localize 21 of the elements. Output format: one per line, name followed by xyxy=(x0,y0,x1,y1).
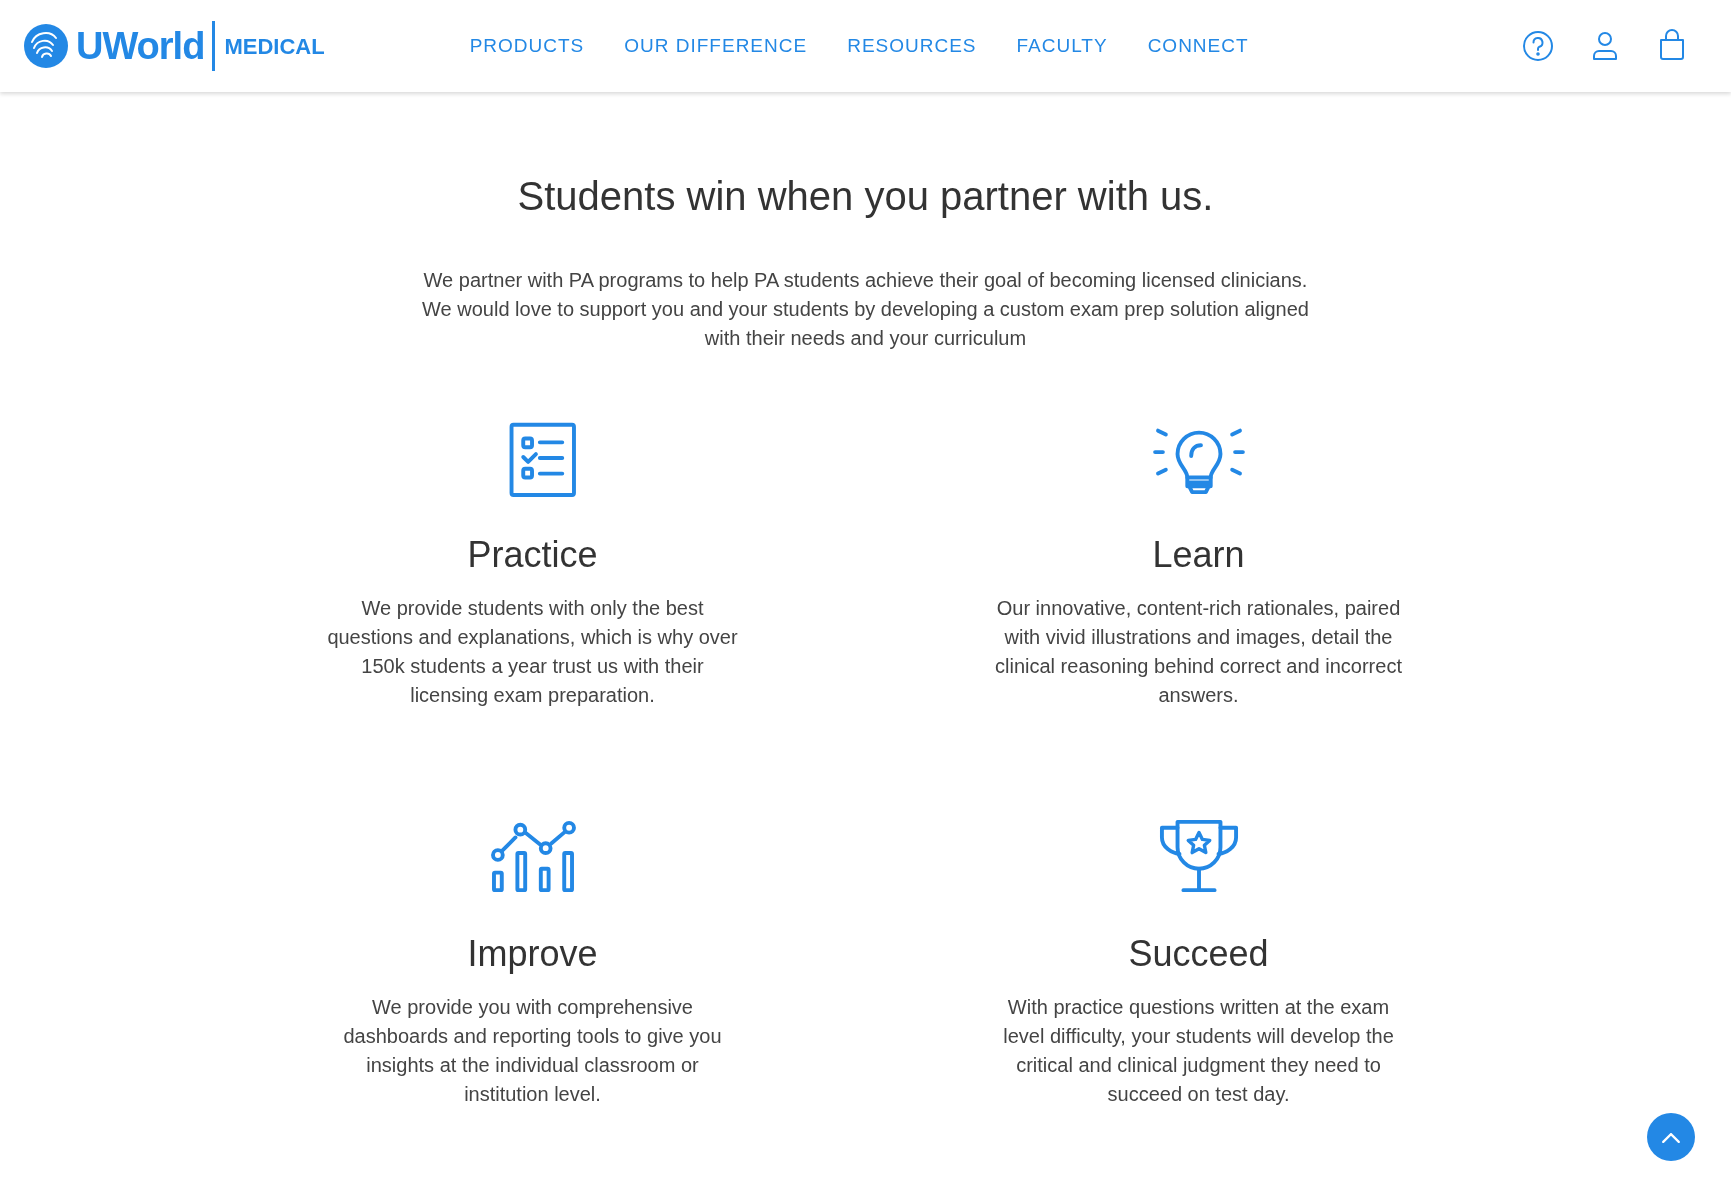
feature-description: We provide students with only the best questions and explanations, which is why over 150k students a year trust us with their licensing exam preparation. xyxy=(326,596,739,709)
feature-title: Improve xyxy=(467,932,598,976)
feature-description: We provide you with comprehensive dashboards and reporting tools to give you insights at the individual classroom or institution level. xyxy=(342,995,723,1108)
nav-link[interactable]: CONNECT xyxy=(1147,31,1249,61)
feature-description: Our innovative, content-rich rationales, paired with vivid illustrations and images, detail the clinical reasoning behind correct and incorrect answers. xyxy=(994,596,1403,709)
logo-subtext[interactable]: MEDICAL xyxy=(224,29,325,63)
intro-paragraph: We partner with PA programs to help PA students achieve their goal of becoming licensed clinicians. We would love to support you and your students by developing a custom exam prep solution aligned with their needs and your curriculum xyxy=(421,268,1310,351)
logo-text[interactable]: UWorld xyxy=(76,17,205,75)
back-to-top-button[interactable] xyxy=(1647,1113,1695,1161)
feature-title: Practice xyxy=(467,533,598,577)
section-heading: Students win when you partner with us. xyxy=(516,173,1215,220)
feature-title: Succeed xyxy=(1128,932,1269,976)
nav-link[interactable]: PRODUCTS xyxy=(469,31,585,61)
globe-logo-icon[interactable] xyxy=(22,22,70,70)
feature-title: Learn xyxy=(1152,533,1245,577)
nav-link[interactable]: RESOURCES xyxy=(847,31,977,61)
help-icon[interactable] xyxy=(1521,29,1555,63)
chevron-up-icon xyxy=(1662,1132,1680,1143)
feature-description: With practice questions written at the exam level difficulty, your students will develop the critical and clinical judgment they need to succeed on test day. xyxy=(1002,995,1395,1108)
nav-link[interactable]: OUR DIFFERENCE xyxy=(624,31,808,61)
nav-link[interactable]: FACULTY xyxy=(1016,31,1108,61)
